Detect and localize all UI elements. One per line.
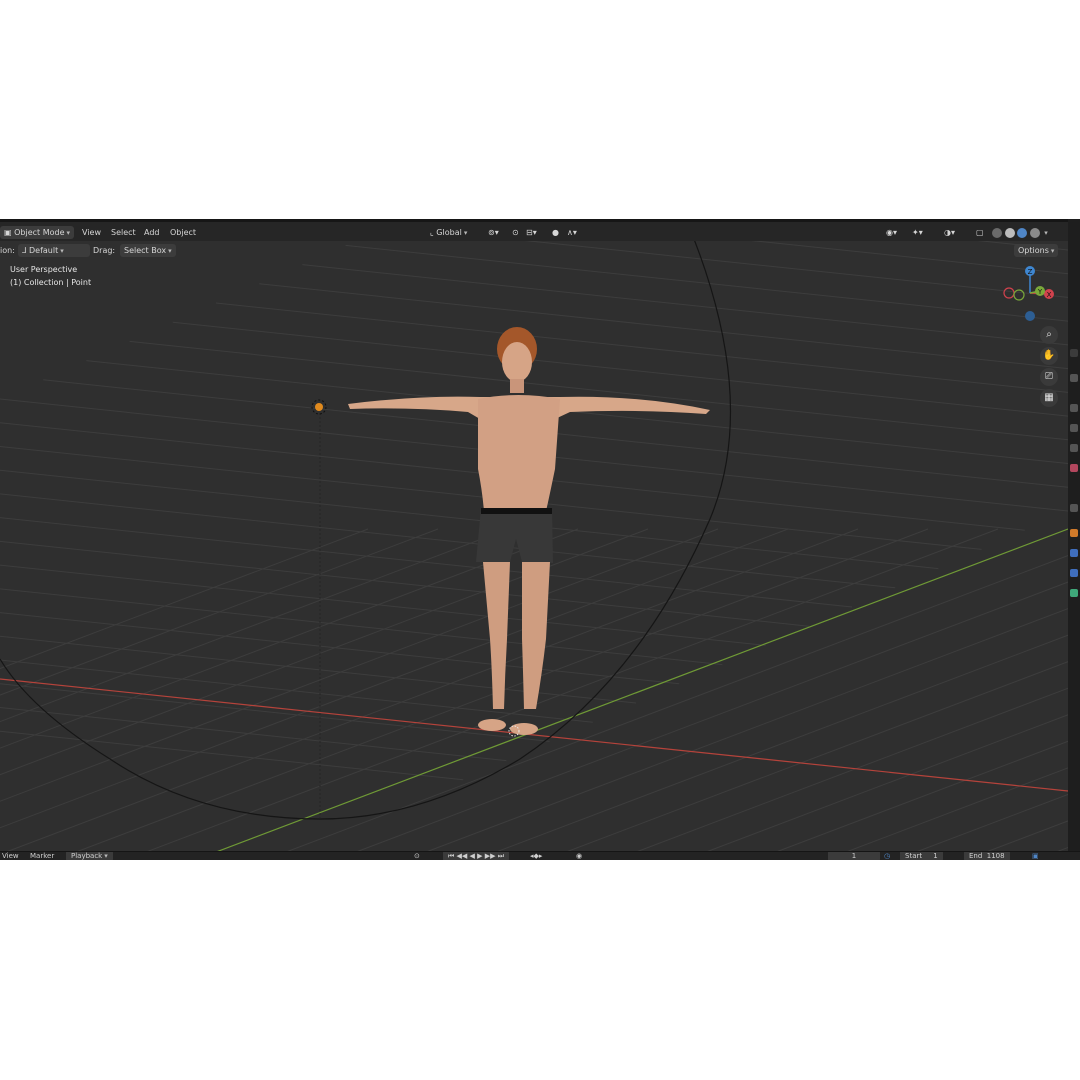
timeline-view-menu[interactable]: View [2, 852, 19, 860]
menu-object[interactable]: Object [170, 226, 196, 239]
blender-window: ▣ Object Mode ▾ View Select Add Object ⌞ … [0, 219, 1080, 860]
timeline-header: View Marker Playback ▾ ⊙ ⏮ ◀◀ ◀ ▶ ▶▶ ⏭ ◂◆… [0, 851, 1080, 860]
viewport-header: ▣ Object Mode ▾ View Select Add Object ⌞ … [0, 219, 1068, 241]
object-tab-icon[interactable] [1070, 529, 1078, 537]
point-light [311, 399, 327, 415]
grid-line [824, 767, 1068, 860]
world-tab-icon[interactable] [1070, 464, 1078, 472]
grid-line [0, 540, 809, 627]
view-name: User Perspective [10, 265, 78, 274]
view-layer-tab-icon[interactable] [1070, 424, 1078, 432]
menu-view[interactable]: View [82, 226, 101, 239]
chevron-down-icon: ▾ [463, 229, 468, 237]
collection-tab-icon[interactable] [1070, 504, 1078, 512]
options-dropdown[interactable]: Options ▾ [1014, 244, 1059, 257]
hand-icon[interactable]: ✋ [1040, 347, 1058, 365]
physics-tab-icon[interactable] [1070, 569, 1078, 577]
grid-line [0, 528, 509, 723]
gizmo-toggle-icon[interactable]: ✦▾ [912, 226, 923, 239]
menu-select[interactable]: Select [111, 226, 136, 239]
clock-icon[interactable]: ◷ [884, 852, 890, 860]
visibility-icon[interactable]: ◉▾ [886, 226, 897, 239]
auto-key-icon[interactable]: ◉ [576, 852, 582, 860]
grid-line [124, 528, 999, 860]
viewport-scene[interactable] [0, 219, 1068, 860]
gizmo-neg-x-circle [1003, 287, 1015, 299]
tool-tab-icon[interactable] [1070, 349, 1078, 357]
pivot-point-icon[interactable]: ⊚▾ [488, 226, 499, 239]
wireframe-shading-icon[interactable] [992, 227, 1002, 238]
timeline-marker-menu[interactable]: Marker [30, 852, 54, 860]
grid-line [215, 302, 1068, 393]
output-tab-icon[interactable] [1070, 404, 1078, 412]
grid-line [0, 528, 369, 670]
grid-line [684, 714, 1068, 860]
timeline-playback-menu[interactable]: Playback ▾ [66, 852, 113, 860]
rendered-shading-icon[interactable] [1029, 227, 1040, 238]
properties-tab-strip [1068, 219, 1080, 860]
preview-range-icon[interactable]: ▣ [1032, 852, 1039, 860]
snap-icon[interactable]: ⊙ [512, 226, 519, 239]
collection-info: (1) Collection | Point [10, 278, 92, 287]
modifier-tab-icon[interactable] [1070, 549, 1078, 557]
overlays-icon[interactable]: ◑▾ [944, 226, 955, 239]
playback-controls[interactable]: ⏮ ◀◀ ◀ ▶ ▶▶ ⏭ [443, 852, 510, 860]
chevron-down-icon: ▾ [1050, 247, 1055, 255]
grid-line [259, 283, 1068, 370]
chevron-down-icon: ▾ [168, 247, 172, 255]
axes-icon: ⅃ [22, 246, 29, 255]
navigation-gizmo[interactable]: Z X Y [1000, 263, 1062, 325]
jump-keyframe-icon[interactable]: ◂◆▸ [530, 852, 542, 860]
chevron-down-icon: ▾ [1044, 229, 1048, 237]
grid-icon[interactable]: ▦ [1040, 389, 1058, 407]
grid-line [0, 528, 439, 696]
zoom-icon[interactable]: ⌕ [1040, 326, 1058, 344]
grid-line [0, 517, 853, 608]
start-frame-field[interactable]: Start 1 [900, 852, 943, 860]
proportional-edit-icon[interactable]: ● [552, 226, 559, 239]
object-mode-icon: ▣ [4, 228, 15, 237]
drag-label: Drag: [93, 246, 116, 255]
current-frame-field[interactable]: 1 [828, 852, 880, 860]
chevron-down-icon: ▾ [104, 852, 108, 860]
falloff-icon[interactable]: ∧▾ [567, 226, 577, 239]
data-tab-icon[interactable] [1070, 589, 1078, 597]
grid-line [0, 612, 680, 685]
gizmo-z-label: Z [1028, 268, 1033, 276]
chevron-down-icon: ▾ [66, 229, 71, 237]
material-shading-icon[interactable] [1017, 227, 1028, 238]
xray-icon[interactable]: ▢ [976, 226, 984, 239]
orientation-dropdown[interactable]: ⅃ Default ▾ [18, 244, 90, 257]
orientation-label: ion: [0, 246, 15, 255]
transform-orientation-dropdown[interactable]: ⌞ Global ▾ [430, 226, 467, 239]
camera-icon[interactable]: ⎚ [1040, 368, 1058, 386]
keyframe-icon[interactable]: ⊙ [414, 852, 420, 860]
chevron-down-icon: ▾ [60, 247, 64, 255]
gizmo-y-label: Y [1037, 288, 1043, 296]
3d-viewport[interactable]: ▣ Object Mode ▾ View Select Add Object ⌞ … [0, 219, 1068, 860]
tool-settings-bar: ion: ⅃ Default ▾ Drag: Select Box ▾ Option… [0, 241, 1068, 259]
mode-dropdown[interactable]: ▣ Object Mode ▾ [0, 226, 75, 239]
menu-add[interactable]: Add [144, 226, 160, 239]
shading-buttons[interactable]: ▾ [992, 226, 1048, 239]
end-frame-field[interactable]: End 1108 [964, 852, 1010, 860]
solid-shading-icon[interactable] [1004, 227, 1015, 238]
light-range-circle [0, 223, 732, 820]
human-model [348, 327, 710, 735]
gizmo-neg-y-circle [1013, 289, 1025, 301]
drag-dropdown[interactable]: Select Box ▾ [120, 244, 176, 257]
scene-tab-icon[interactable] [1070, 444, 1078, 452]
grid-line [264, 555, 1068, 860]
gizmo-x-label: X [1047, 291, 1052, 299]
snap-target-icon[interactable]: ⊟▾ [526, 226, 537, 239]
gizmo-neg-z-circle [1025, 311, 1035, 321]
render-tab-icon[interactable] [1070, 374, 1078, 382]
